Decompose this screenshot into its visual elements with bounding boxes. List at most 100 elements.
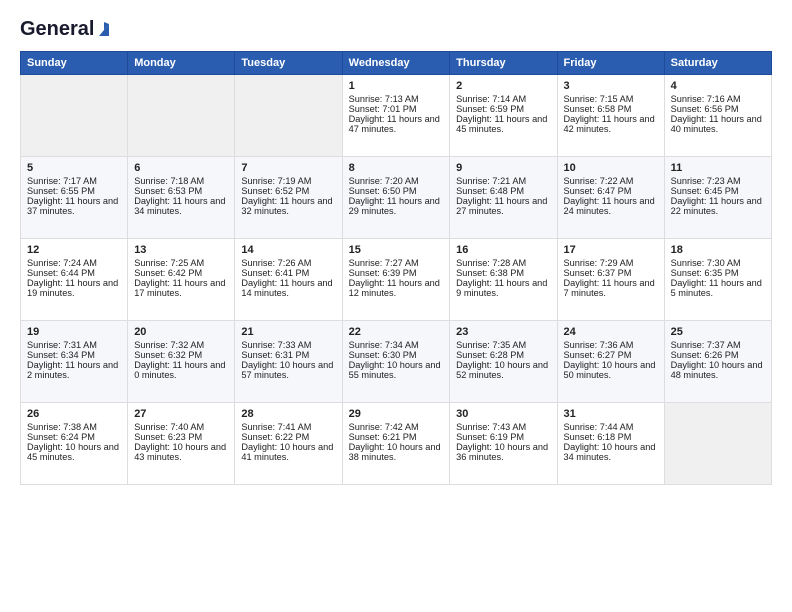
week-row-2: 5Sunrise: 7:17 AMSunset: 6:55 PMDaylight…: [21, 157, 772, 239]
day-info: Daylight: 11 hours and 34 minutes.: [134, 196, 228, 216]
day-info: Sunrise: 7:28 AM: [456, 258, 550, 268]
calendar-cell: [235, 75, 342, 157]
weekday-header-sunday: Sunday: [21, 52, 128, 75]
day-info: Sunset: 6:58 PM: [564, 104, 658, 114]
day-info: Sunrise: 7:36 AM: [564, 340, 658, 350]
day-info: Sunrise: 7:15 AM: [564, 94, 658, 104]
day-info: Sunrise: 7:20 AM: [349, 176, 444, 186]
day-info: Daylight: 10 hours and 41 minutes.: [241, 442, 335, 462]
day-info: Sunset: 6:32 PM: [134, 350, 228, 360]
calendar-cell: 27Sunrise: 7:40 AMSunset: 6:23 PMDayligh…: [128, 403, 235, 485]
day-info: Sunset: 6:27 PM: [564, 350, 658, 360]
calendar-cell: [128, 75, 235, 157]
day-info: Daylight: 11 hours and 0 minutes.: [134, 360, 228, 380]
calendar-cell: 17Sunrise: 7:29 AMSunset: 6:37 PMDayligh…: [557, 239, 664, 321]
day-number: 17: [564, 244, 658, 256]
calendar-cell: 30Sunrise: 7:43 AMSunset: 6:19 PMDayligh…: [450, 403, 557, 485]
day-number: 3: [564, 80, 658, 92]
day-number: 28: [241, 408, 335, 420]
day-info: Daylight: 11 hours and 45 minutes.: [456, 114, 550, 134]
calendar-cell: 12Sunrise: 7:24 AMSunset: 6:44 PMDayligh…: [21, 239, 128, 321]
day-info: Sunset: 6:56 PM: [671, 104, 765, 114]
calendar-cell: 4Sunrise: 7:16 AMSunset: 6:56 PMDaylight…: [664, 75, 771, 157]
day-info: Sunrise: 7:23 AM: [671, 176, 765, 186]
day-info: Sunset: 6:18 PM: [564, 432, 658, 442]
day-info: Sunset: 6:53 PM: [134, 186, 228, 196]
calendar-cell: 1Sunrise: 7:13 AMSunset: 7:01 PMDaylight…: [342, 75, 450, 157]
calendar-cell: 14Sunrise: 7:26 AMSunset: 6:41 PMDayligh…: [235, 239, 342, 321]
day-info: Sunrise: 7:18 AM: [134, 176, 228, 186]
day-info: Sunrise: 7:26 AM: [241, 258, 335, 268]
day-info: Sunset: 7:01 PM: [349, 104, 444, 114]
calendar-cell: 15Sunrise: 7:27 AMSunset: 6:39 PMDayligh…: [342, 239, 450, 321]
day-info: Daylight: 11 hours and 40 minutes.: [671, 114, 765, 134]
day-info: Sunset: 6:48 PM: [456, 186, 550, 196]
calendar-cell: 2Sunrise: 7:14 AMSunset: 6:59 PMDaylight…: [450, 75, 557, 157]
day-info: Sunrise: 7:16 AM: [671, 94, 765, 104]
day-info: Sunrise: 7:22 AM: [564, 176, 658, 186]
day-info: Sunrise: 7:42 AM: [349, 422, 444, 432]
day-number: 29: [349, 408, 444, 420]
day-info: Daylight: 11 hours and 17 minutes.: [134, 278, 228, 298]
calendar-cell: 16Sunrise: 7:28 AMSunset: 6:38 PMDayligh…: [450, 239, 557, 321]
day-info: Sunrise: 7:34 AM: [349, 340, 444, 350]
day-info: Daylight: 10 hours and 57 minutes.: [241, 360, 335, 380]
day-number: 26: [27, 408, 121, 420]
calendar-cell: 31Sunrise: 7:44 AMSunset: 6:18 PMDayligh…: [557, 403, 664, 485]
week-row-5: 26Sunrise: 7:38 AMSunset: 6:24 PMDayligh…: [21, 403, 772, 485]
day-number: 30: [456, 408, 550, 420]
day-info: Sunset: 6:21 PM: [349, 432, 444, 442]
calendar-cell: 20Sunrise: 7:32 AMSunset: 6:32 PMDayligh…: [128, 321, 235, 403]
day-number: 2: [456, 80, 550, 92]
week-row-3: 12Sunrise: 7:24 AMSunset: 6:44 PMDayligh…: [21, 239, 772, 321]
calendar-cell: [21, 75, 128, 157]
day-info: Daylight: 11 hours and 24 minutes.: [564, 196, 658, 216]
day-info: Daylight: 11 hours and 2 minutes.: [27, 360, 121, 380]
day-info: Sunrise: 7:38 AM: [27, 422, 121, 432]
day-info: Sunrise: 7:35 AM: [456, 340, 550, 350]
day-info: Sunset: 6:47 PM: [564, 186, 658, 196]
weekday-header-friday: Friday: [557, 52, 664, 75]
day-info: Daylight: 10 hours and 48 minutes.: [671, 360, 765, 380]
logo-arrow-icon: [95, 20, 113, 38]
day-info: Daylight: 11 hours and 22 minutes.: [671, 196, 765, 216]
day-info: Daylight: 11 hours and 32 minutes.: [241, 196, 335, 216]
day-info: Daylight: 10 hours and 52 minutes.: [456, 360, 550, 380]
day-number: 19: [27, 326, 121, 338]
day-number: 7: [241, 162, 335, 174]
day-info: Sunset: 6:34 PM: [27, 350, 121, 360]
weekday-header-thursday: Thursday: [450, 52, 557, 75]
day-number: 16: [456, 244, 550, 256]
day-number: 27: [134, 408, 228, 420]
day-info: Daylight: 10 hours and 50 minutes.: [564, 360, 658, 380]
day-number: 22: [349, 326, 444, 338]
weekday-header-monday: Monday: [128, 52, 235, 75]
day-info: Sunrise: 7:37 AM: [671, 340, 765, 350]
day-info: Sunset: 6:50 PM: [349, 186, 444, 196]
calendar-cell: 29Sunrise: 7:42 AMSunset: 6:21 PMDayligh…: [342, 403, 450, 485]
calendar-cell: 18Sunrise: 7:30 AMSunset: 6:35 PMDayligh…: [664, 239, 771, 321]
calendar-cell: 13Sunrise: 7:25 AMSunset: 6:42 PMDayligh…: [128, 239, 235, 321]
day-number: 31: [564, 408, 658, 420]
header: General: [20, 18, 772, 41]
day-info: Sunset: 6:59 PM: [456, 104, 550, 114]
day-info: Sunrise: 7:29 AM: [564, 258, 658, 268]
calendar-cell: 5Sunrise: 7:17 AMSunset: 6:55 PMDaylight…: [21, 157, 128, 239]
day-info: Sunset: 6:26 PM: [671, 350, 765, 360]
day-info: Daylight: 11 hours and 19 minutes.: [27, 278, 121, 298]
day-info: Sunset: 6:41 PM: [241, 268, 335, 278]
day-info: Sunrise: 7:19 AM: [241, 176, 335, 186]
weekday-header-wednesday: Wednesday: [342, 52, 450, 75]
day-info: Sunset: 6:38 PM: [456, 268, 550, 278]
day-info: Daylight: 11 hours and 47 minutes.: [349, 114, 444, 134]
day-info: Sunrise: 7:33 AM: [241, 340, 335, 350]
calendar-table: SundayMondayTuesdayWednesdayThursdayFrid…: [20, 51, 772, 485]
day-info: Sunset: 6:42 PM: [134, 268, 228, 278]
day-info: Sunrise: 7:40 AM: [134, 422, 228, 432]
day-info: Daylight: 11 hours and 37 minutes.: [27, 196, 121, 216]
calendar-cell: 11Sunrise: 7:23 AMSunset: 6:45 PMDayligh…: [664, 157, 771, 239]
calendar-cell: 23Sunrise: 7:35 AMSunset: 6:28 PMDayligh…: [450, 321, 557, 403]
calendar-cell: 10Sunrise: 7:22 AMSunset: 6:47 PMDayligh…: [557, 157, 664, 239]
calendar-cell: 25Sunrise: 7:37 AMSunset: 6:26 PMDayligh…: [664, 321, 771, 403]
day-info: Sunrise: 7:31 AM: [27, 340, 121, 350]
